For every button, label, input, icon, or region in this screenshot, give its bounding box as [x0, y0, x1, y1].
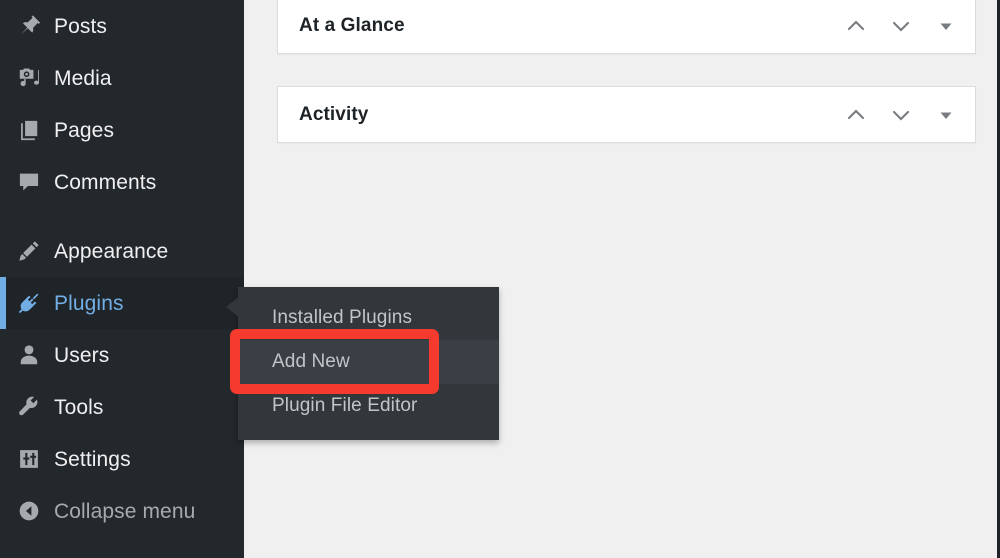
sidebar-item-users[interactable]: Users	[0, 329, 244, 381]
chevron-up-icon[interactable]	[841, 11, 871, 41]
sliders-icon	[12, 446, 54, 472]
arrow-left-circle-icon	[12, 498, 54, 524]
chevron-up-icon[interactable]	[841, 100, 871, 130]
sidebar-item-label: Comments	[54, 170, 157, 194]
submenu-item-label: Add New	[272, 351, 350, 372]
widget-header: At a Glance	[278, 0, 975, 53]
dashboard-main-content: At a Glance Activity	[244, 0, 1000, 558]
sidebar-item-label: Media	[54, 66, 112, 90]
widget-actions	[841, 87, 961, 142]
sidebar-item-label: Posts	[54, 14, 108, 38]
sidebar-item-media[interactable]: Media	[0, 52, 244, 104]
submenu-item-installed-plugins[interactable]: Installed Plugins	[238, 296, 499, 340]
user-icon	[12, 342, 54, 368]
media-icon	[12, 65, 54, 91]
widget-activity: Activity	[277, 86, 976, 143]
triangle-down-icon[interactable]	[931, 100, 961, 130]
chevron-down-icon[interactable]	[886, 11, 916, 41]
widget-at-a-glance: At a Glance	[277, 0, 976, 54]
wordpress-admin-screen: Posts Media Pages Comments Appearance Pl…	[0, 0, 1000, 558]
chevron-down-icon[interactable]	[886, 100, 916, 130]
sidebar-item-label: Collapse menu	[54, 499, 196, 523]
sidebar-item-label: Plugins	[54, 291, 124, 315]
sidebar-item-tools[interactable]: Tools	[0, 381, 244, 433]
sidebar-item-comments[interactable]: Comments	[0, 156, 244, 208]
flyout-caret-icon	[226, 296, 240, 318]
comment-icon	[12, 169, 54, 195]
submenu-item-add-new[interactable]: Add New	[238, 340, 499, 384]
pages-icon	[12, 117, 54, 143]
sidebar-item-pages[interactable]: Pages	[0, 104, 244, 156]
sidebar-item-label: Tools	[54, 395, 104, 419]
wrench-icon	[12, 394, 54, 420]
triangle-down-icon[interactable]	[931, 11, 961, 41]
sidebar-item-label: Pages	[54, 118, 115, 142]
sidebar-separator	[0, 208, 244, 225]
submenu-item-label: Plugin File Editor	[272, 395, 418, 416]
sidebar-item-label: Users	[54, 343, 110, 367]
sidebar-item-collapse-menu[interactable]: Collapse menu	[0, 485, 244, 537]
pushpin-icon	[12, 13, 54, 39]
sidebar-item-settings[interactable]: Settings	[0, 433, 244, 485]
sidebar-item-plugins[interactable]: Plugins	[0, 277, 244, 329]
plugins-submenu-flyout: Installed Plugins Add New Plugin File Ed…	[238, 287, 499, 440]
widget-title: Activity	[299, 103, 369, 125]
sidebar-item-posts[interactable]: Posts	[0, 0, 244, 52]
sidebar-item-label: Appearance	[54, 239, 169, 263]
sidebar-item-label: Settings	[54, 447, 131, 471]
submenu-item-label: Installed Plugins	[272, 307, 413, 328]
submenu-item-plugin-file-editor[interactable]: Plugin File Editor	[238, 384, 499, 428]
widget-actions	[841, 0, 961, 53]
widget-title: At a Glance	[299, 15, 405, 36]
admin-sidebar-menu: Posts Media Pages Comments Appearance Pl…	[0, 0, 244, 558]
plug-icon	[12, 290, 54, 316]
paintbrush-icon	[12, 238, 54, 264]
widget-header: Activity	[278, 87, 975, 142]
sidebar-item-appearance[interactable]: Appearance	[0, 225, 244, 277]
